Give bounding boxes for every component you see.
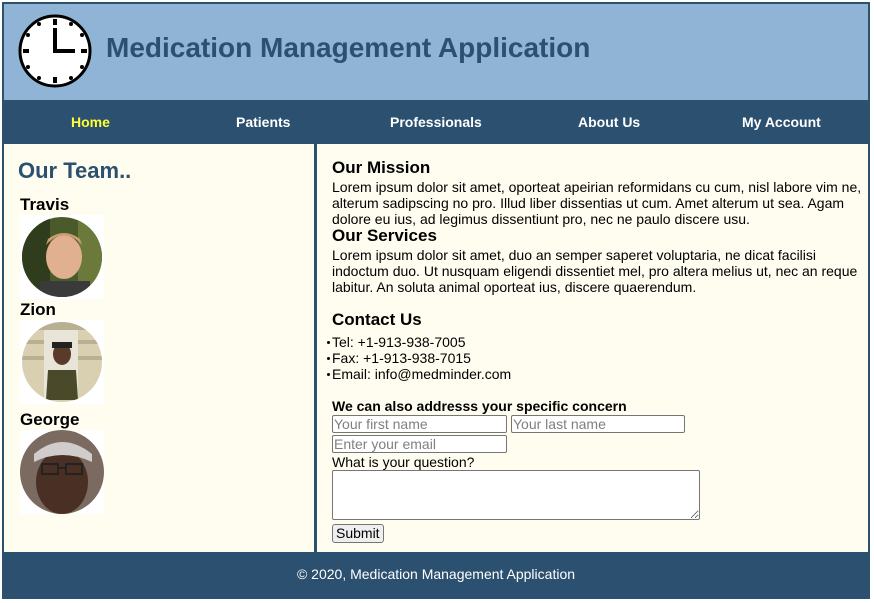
avatar-travis bbox=[20, 215, 104, 299]
nav-home[interactable]: Home bbox=[71, 100, 110, 144]
submit-button[interactable]: Submit bbox=[332, 524, 384, 543]
services-text: Lorem ipsum dolor sit amet, duo an sempe… bbox=[332, 247, 858, 295]
last-name-input[interactable] bbox=[511, 415, 685, 433]
page-frame: Medication Management Application Home P… bbox=[2, 2, 870, 599]
question-label: What is your question? bbox=[332, 454, 475, 470]
contact-fax: Fax: +1-913-938-7015 bbox=[326, 350, 511, 366]
question-textarea[interactable] bbox=[332, 470, 700, 520]
team-title: Our Team.. bbox=[18, 158, 132, 183]
footer: © 2020, Medication Management Applicatio… bbox=[4, 552, 868, 597]
avatar-zion bbox=[20, 320, 104, 404]
contact-title: Contact Us bbox=[332, 310, 422, 329]
contact-tel: Tel: +1-913-938-7005 bbox=[326, 334, 511, 350]
member-name-zion: Zion bbox=[20, 300, 56, 319]
email-input[interactable] bbox=[332, 435, 507, 453]
team-panel: Our Team.. Travis Zion George bbox=[4, 144, 314, 552]
nav-patients[interactable]: Patients bbox=[236, 100, 290, 144]
app-title: Medication Management Application bbox=[106, 32, 591, 63]
mission-text: Lorem ipsum dolor sit amet, oporteat ape… bbox=[332, 179, 862, 227]
contact-email: Email: info@medminder.com bbox=[326, 366, 512, 382]
nav-professionals[interactable]: Professionals bbox=[390, 100, 482, 144]
form-title: We can also addresss your specific conce… bbox=[332, 398, 627, 414]
avatar-george bbox=[20, 430, 104, 514]
info-panel: Our Mission Lorem ipsum dolor sit amet, … bbox=[317, 144, 868, 552]
main-nav: Home Patients Professionals About Us My … bbox=[4, 100, 868, 144]
header: Medication Management Application bbox=[4, 4, 868, 100]
first-name-input[interactable] bbox=[332, 415, 507, 433]
clock-icon bbox=[18, 14, 92, 88]
nav-about-us[interactable]: About Us bbox=[578, 100, 640, 144]
mission-title: Our Mission bbox=[332, 158, 431, 177]
nav-my-account[interactable]: My Account bbox=[742, 100, 821, 144]
member-name-george: George bbox=[20, 410, 80, 429]
services-title: Our Services bbox=[332, 226, 437, 245]
contact-list: Tel: +1-913-938-7005 Fax: +1-913-938-701… bbox=[326, 334, 512, 382]
member-name-travis: Travis bbox=[20, 195, 70, 214]
